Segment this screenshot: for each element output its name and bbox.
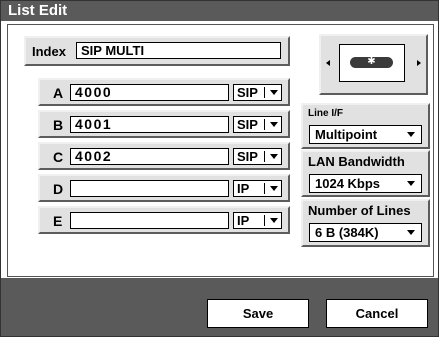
protocol-dropdown[interactable]: IP — [233, 180, 282, 197]
chevron-down-icon — [270, 90, 278, 95]
protocol-value: IP — [237, 213, 250, 228]
preview-pill: ✱ — [350, 56, 393, 68]
protocol-dropdown[interactable]: SIP — [233, 148, 282, 165]
asterisk-icon: ✱ — [367, 56, 376, 67]
protocol-value: SIP — [237, 149, 258, 164]
entry-row-c: C 4002 SIP — [38, 142, 290, 170]
chevron-down-icon — [407, 181, 415, 186]
index-input[interactable]: SIP MULTI — [76, 42, 281, 59]
list-edit-window: List Edit Index SIP MULTI A 4000 SIP B 4… — [0, 0, 439, 337]
dropdown-separator — [264, 215, 265, 226]
line-if-panel: Line I/F Multipoint — [301, 103, 430, 149]
entry-number-input[interactable]: 4000 — [70, 84, 229, 101]
dropdown-separator — [264, 183, 265, 194]
dropdown-separator — [264, 87, 265, 98]
line-if-dropdown[interactable]: Multipoint — [309, 125, 422, 144]
lan-bandwidth-dropdown[interactable]: 1024 Kbps — [309, 174, 422, 193]
chevron-down-icon — [407, 132, 415, 137]
save-button[interactable]: Save — [207, 299, 309, 328]
chevron-down-icon — [270, 218, 278, 223]
number-of-lines-label: Number of Lines — [308, 203, 411, 218]
entry-row-e: E IP — [38, 206, 290, 234]
entry-number-input[interactable] — [70, 212, 229, 229]
cancel-button[interactable]: Cancel — [326, 299, 428, 328]
chevron-down-icon — [270, 186, 278, 191]
lan-bandwidth-label: LAN Bandwidth — [308, 154, 405, 169]
chevron-down-icon — [270, 154, 278, 159]
entry-row-b: B 4001 SIP — [38, 110, 290, 138]
entry-letter: A — [53, 85, 64, 101]
number-of-lines-panel: Number of Lines 6 B (384K) — [301, 199, 430, 247]
protocol-value: SIP — [237, 117, 258, 132]
entry-row-a: A 4000 SIP — [38, 78, 290, 106]
entry-number-input[interactable] — [70, 180, 229, 197]
protocol-value: IP — [237, 181, 250, 196]
line-if-label: Line I/F — [308, 108, 343, 119]
protocol-dropdown[interactable]: SIP — [233, 84, 282, 101]
line-if-value: Multipoint — [315, 127, 378, 142]
entry-letter: B — [53, 117, 64, 133]
entry-number-input[interactable]: 4001 — [70, 116, 229, 133]
arrow-right-icon[interactable] — [417, 60, 421, 66]
number-of-lines-value: 6 B (384K) — [315, 225, 379, 240]
window-title: List Edit — [1, 1, 438, 21]
lan-bandwidth-value: 1024 Kbps — [315, 176, 381, 191]
entry-letter: E — [53, 213, 63, 229]
protocol-dropdown[interactable]: IP — [233, 212, 282, 229]
dropdown-separator — [264, 119, 265, 130]
entry-letter: D — [53, 181, 64, 197]
index-label: Index — [32, 44, 66, 59]
chevron-down-icon — [407, 230, 415, 235]
protocol-dropdown[interactable]: SIP — [233, 116, 282, 133]
lan-bandwidth-panel: LAN Bandwidth 1024 Kbps — [301, 150, 430, 197]
layout-preview-panel: ✱ — [319, 34, 428, 95]
protocol-value: SIP — [237, 85, 258, 100]
layout-preview: ✱ — [339, 44, 405, 82]
chevron-down-icon — [270, 122, 278, 127]
entry-number-input[interactable]: 4002 — [70, 148, 229, 165]
index-panel: Index SIP MULTI — [24, 36, 290, 66]
entry-letter: C — [53, 149, 64, 165]
number-of-lines-dropdown[interactable]: 6 B (384K) — [309, 223, 422, 242]
arrow-left-icon[interactable] — [326, 60, 330, 66]
entry-row-d: D IP — [38, 174, 290, 202]
dropdown-separator — [264, 151, 265, 162]
